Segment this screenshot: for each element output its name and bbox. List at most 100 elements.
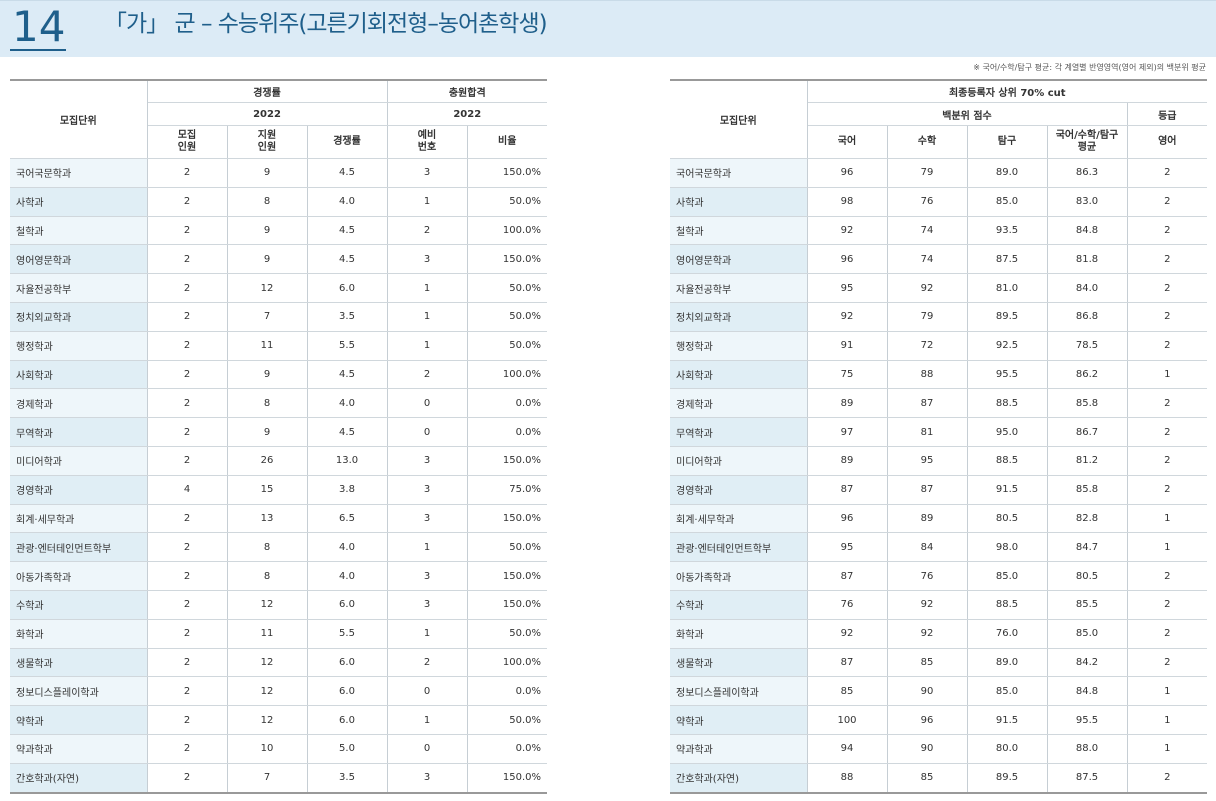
unit-name-cell: 간호학과(자연) <box>10 763 148 794</box>
korean-cell: 87 <box>807 648 888 678</box>
quota-cell: 2 <box>147 388 228 419</box>
average-cell: 84.0 <box>1047 273 1128 303</box>
math-cell: 89 <box>887 504 968 534</box>
ratio-cell: 4.0 <box>307 561 388 591</box>
table-row: 정치외교학과 2 7 3.5 1 50.0% <box>10 302 547 332</box>
ratio-cell: 4.5 <box>307 244 388 275</box>
quota-cell: 2 <box>147 648 228 678</box>
quota-cell: 2 <box>147 734 228 764</box>
average-cell: 82.8 <box>1047 504 1128 534</box>
average-cell: 95.5 <box>1047 705 1128 735</box>
math-cell: 76 <box>887 561 968 591</box>
header-rate: 비율 <box>467 125 547 159</box>
table-row: 경제학과 89 87 88.5 85.8 2 <box>670 388 1208 419</box>
table-row: 국어국문학과 2 9 4.5 3 150.0% <box>10 158 547 188</box>
applicants-cell: 12 <box>227 705 308 735</box>
table-row: 미디어학과 89 95 88.5 81.2 2 <box>670 446 1208 476</box>
quota-cell: 2 <box>147 302 228 332</box>
average-cell: 85.5 <box>1047 590 1128 620</box>
rate-cell: 150.0% <box>467 561 547 591</box>
table-row: 약과학과 2 10 5.0 0 0.0% <box>10 734 547 764</box>
unit-name-cell: 경영학과 <box>670 475 808 505</box>
english-cell: 2 <box>1127 302 1208 332</box>
english-cell: 2 <box>1127 446 1208 476</box>
unit-name-cell: 경제학과 <box>10 388 148 419</box>
waitlist-cell: 0 <box>387 734 468 764</box>
unit-name-cell: 영어영문학과 <box>10 244 148 275</box>
applicants-cell: 9 <box>227 417 308 447</box>
waitlist-cell: 0 <box>387 676 468 707</box>
quota-cell: 2 <box>147 244 228 275</box>
inquiry-cell: 87.5 <box>967 244 1048 275</box>
math-cell: 84 <box>887 532 968 563</box>
header-inquiry: 탐구 <box>967 125 1048 159</box>
header-average: 국어/수학/탐구 평균 <box>1047 125 1128 159</box>
inquiry-cell: 88.5 <box>967 446 1048 476</box>
unit-name-cell: 약과학과 <box>10 734 148 764</box>
rate-cell: 75.0% <box>467 475 547 505</box>
unit-name-cell: 회계·세무학과 <box>10 504 148 534</box>
unit-name-cell: 자율전공학부 <box>10 273 148 303</box>
applicants-cell: 9 <box>227 158 308 188</box>
korean-cell: 92 <box>807 619 888 649</box>
waitlist-cell: 3 <box>387 158 468 188</box>
rate-cell: 100.0% <box>467 648 547 678</box>
rate-cell: 50.0% <box>467 619 547 649</box>
header-english: 영어 <box>1127 125 1208 159</box>
inquiry-cell: 80.5 <box>967 504 1048 534</box>
inquiry-cell: 89.5 <box>967 763 1048 794</box>
math-cell: 87 <box>887 388 968 419</box>
korean-cell: 92 <box>807 302 888 332</box>
waitlist-cell: 1 <box>387 705 468 735</box>
quota-cell: 2 <box>147 158 228 188</box>
waitlist-cell: 3 <box>387 763 468 794</box>
ratio-cell: 3.5 <box>307 302 388 332</box>
ratio-cell: 6.5 <box>307 504 388 534</box>
quota-cell: 2 <box>147 446 228 476</box>
waitlist-cell: 0 <box>387 417 468 447</box>
average-cell: 84.8 <box>1047 216 1128 246</box>
average-cell: 83.0 <box>1047 187 1128 217</box>
unit-name-cell: 수학과 <box>670 590 808 620</box>
rate-cell: 0.0% <box>467 734 547 764</box>
table-row: 화학과 2 11 5.5 1 50.0% <box>10 619 547 649</box>
ratio-cell: 6.0 <box>307 648 388 678</box>
inquiry-cell: 76.0 <box>967 619 1048 649</box>
inquiry-cell: 89.0 <box>967 648 1048 678</box>
math-cell: 90 <box>887 676 968 707</box>
waitlist-cell: 3 <box>387 504 468 534</box>
average-cell: 84.7 <box>1047 532 1128 563</box>
inquiry-cell: 81.0 <box>967 273 1048 303</box>
average-cell: 85.0 <box>1047 619 1128 649</box>
rate-cell: 50.0% <box>467 705 547 735</box>
rate-cell: 0.0% <box>467 417 547 447</box>
table-row: 수학과 2 12 6.0 3 150.0% <box>10 590 547 620</box>
table-row: 약학과 100 96 91.5 95.5 1 <box>670 705 1208 735</box>
quota-cell: 2 <box>147 705 228 735</box>
table-row: 정치외교학과 92 79 89.5 86.8 2 <box>670 302 1208 332</box>
unit-name-cell: 철학과 <box>10 216 148 246</box>
ratio-cell: 3.5 <box>307 763 388 794</box>
math-cell: 79 <box>887 302 968 332</box>
applicants-cell: 11 <box>227 331 308 361</box>
inquiry-cell: 80.0 <box>967 734 1048 764</box>
header-percentile: 백분위 점수 <box>807 102 1128 126</box>
applicants-cell: 12 <box>227 648 308 678</box>
inquiry-cell: 91.5 <box>967 705 1048 735</box>
english-cell: 2 <box>1127 648 1208 678</box>
inquiry-cell: 95.5 <box>967 360 1048 390</box>
math-cell: 95 <box>887 446 968 476</box>
average-cell: 88.0 <box>1047 734 1128 764</box>
ratio-cell: 3.8 <box>307 475 388 505</box>
korean-cell: 75 <box>807 360 888 390</box>
ratio-cell: 4.0 <box>307 388 388 419</box>
korean-cell: 76 <box>807 590 888 620</box>
average-cell: 81.8 <box>1047 244 1128 275</box>
quota-cell: 2 <box>147 417 228 447</box>
waitlist-cell: 1 <box>387 532 468 563</box>
unit-name-cell: 미디어학과 <box>10 446 148 476</box>
math-cell: 96 <box>887 705 968 735</box>
unit-name-cell: 국어국문학과 <box>10 158 148 188</box>
math-cell: 92 <box>887 273 968 303</box>
english-cell: 2 <box>1127 561 1208 591</box>
